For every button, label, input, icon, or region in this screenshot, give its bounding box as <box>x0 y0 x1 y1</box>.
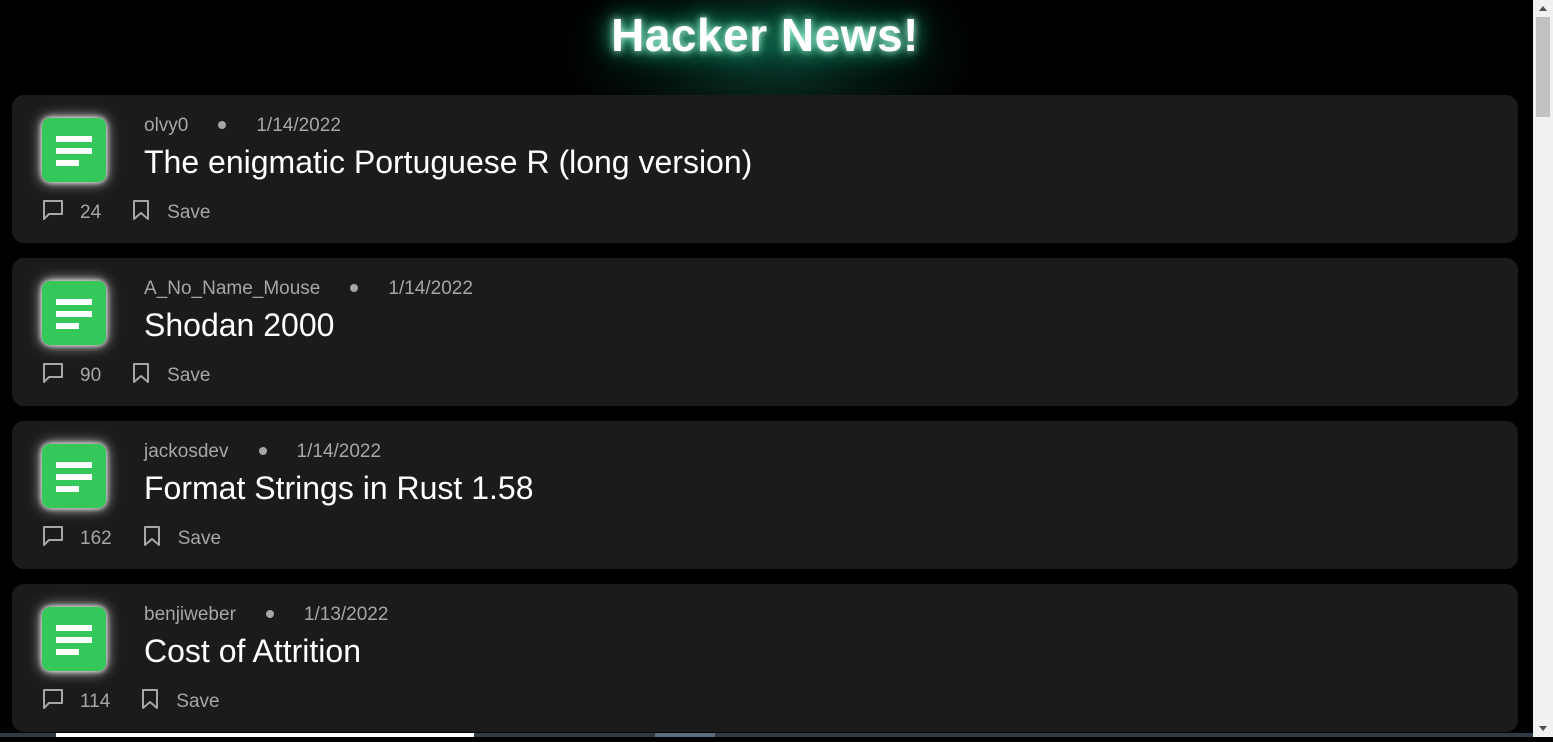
story-card[interactable]: jackosdev 1/14/2022 Format Strings in Rus… <box>12 421 1518 569</box>
save-button[interactable]: Save <box>178 528 221 550</box>
taskbar-segment <box>56 733 474 737</box>
story-card[interactable]: olvy0 1/14/2022 The enigmatic Portuguese … <box>12 95 1518 243</box>
story-author[interactable]: olvy0 <box>144 115 188 136</box>
taskbar-strip <box>0 733 1533 737</box>
story-card[interactable]: A_No_Name_Mouse 1/14/2022 Shodan 2000 90 … <box>12 258 1518 406</box>
story-author[interactable]: A_No_Name_Mouse <box>144 278 320 299</box>
story-actions: 114 Save <box>42 689 220 715</box>
comment-icon[interactable] <box>42 199 64 227</box>
bookmark-icon[interactable] <box>140 688 160 716</box>
article-icon[interactable] <box>42 444 106 508</box>
comment-icon[interactable] <box>42 688 64 716</box>
page-title: Hacker News! <box>611 9 919 61</box>
story-list: olvy0 1/14/2022 The enigmatic Portuguese … <box>12 95 1518 737</box>
story-meta: olvy0 1/14/2022 <box>144 115 341 137</box>
story-actions: 90 Save <box>42 363 210 389</box>
vertical-scrollbar[interactable] <box>1533 0 1553 737</box>
story-author[interactable]: jackosdev <box>144 441 229 462</box>
article-icon[interactable] <box>42 118 106 182</box>
comment-count[interactable]: 162 <box>80 528 112 550</box>
story-date: 1/14/2022 <box>388 278 473 299</box>
comment-count[interactable]: 24 <box>80 202 101 224</box>
story-title[interactable]: Shodan 2000 <box>144 307 334 344</box>
save-button[interactable]: Save <box>167 202 210 224</box>
story-meta: jackosdev 1/14/2022 <box>144 441 381 463</box>
story-card[interactable]: benjiweber 1/13/2022 Cost of Attrition 11… <box>12 584 1518 732</box>
story-actions: 162 Save <box>42 526 221 552</box>
story-title[interactable]: Format Strings in Rust 1.58 <box>144 470 533 507</box>
separator-dot <box>350 283 359 292</box>
story-date: 1/14/2022 <box>296 441 382 462</box>
save-button[interactable]: Save <box>176 691 219 713</box>
story-meta: A_No_Name_Mouse 1/14/2022 <box>144 278 473 300</box>
comment-icon[interactable] <box>42 525 64 553</box>
article-icon[interactable] <box>42 607 106 671</box>
main-viewport: Hacker News! olvy0 1/14/2022 The enigmati… <box>0 0 1533 737</box>
bookmark-icon[interactable] <box>131 362 151 390</box>
story-date: 1/14/2022 <box>256 115 341 136</box>
separator-dot <box>258 446 267 455</box>
article-icon[interactable] <box>42 281 106 345</box>
save-button[interactable]: Save <box>167 365 210 387</box>
scroll-up-arrow-icon[interactable] <box>1533 0 1553 17</box>
scrollbar-thumb[interactable] <box>1536 17 1550 117</box>
scroll-down-arrow-icon[interactable] <box>1533 720 1553 737</box>
comment-count[interactable]: 114 <box>80 691 110 713</box>
comment-count[interactable]: 90 <box>80 365 101 387</box>
story-title[interactable]: Cost of Attrition <box>144 633 361 670</box>
story-title[interactable]: The enigmatic Portuguese R (long version… <box>144 144 752 181</box>
bookmark-icon[interactable] <box>142 525 162 553</box>
bookmark-icon[interactable] <box>131 199 151 227</box>
separator-dot <box>218 120 227 129</box>
story-author[interactable]: benjiweber <box>144 604 236 625</box>
story-date: 1/13/2022 <box>303 604 389 625</box>
separator-dot <box>265 609 274 618</box>
comment-icon[interactable] <box>42 362 64 390</box>
story-actions: 24 Save <box>42 200 210 226</box>
story-meta: benjiweber 1/13/2022 <box>144 604 388 626</box>
taskbar-segment <box>655 733 715 737</box>
